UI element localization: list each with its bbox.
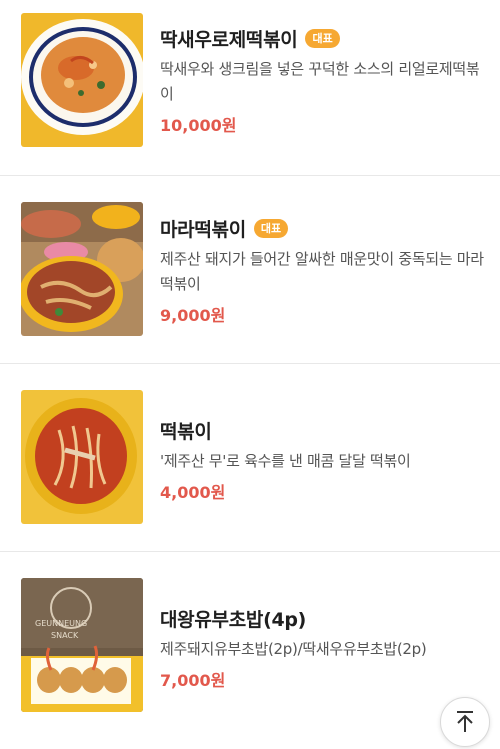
signature-badge: 대표 [253, 218, 289, 238]
menu-item-image: GEUNNEUNG SNACK [21, 578, 143, 712]
menu-item-price: 10,000원 [160, 116, 237, 135]
arrow-up-icon [457, 711, 473, 732]
menu-item-mala-tteokbokki[interactable]: 마라떡볶이 대표 제주산 돼지가 들어간 알싸한 매운맛이 중독되는 마라떡볶이… [0, 176, 500, 363]
menu-item-description: 제주산 돼지가 들어간 알싸한 매운맛이 중독되는 마라떡볶이 [160, 250, 484, 293]
menu-item-image [21, 390, 143, 524]
scroll-to-top-button[interactable] [440, 697, 490, 747]
svg-text:GEUNNEUNG: GEUNNEUNG [35, 619, 87, 628]
menu-item-tteokbokki[interactable]: 떡볶이 '제주산 무'로 육수를 낸 매콤 달달 떡볶이 4,000원 [0, 364, 500, 551]
menu-item-name: 떡볶이 [160, 420, 212, 443]
menu-item-price: 4,000원 [160, 483, 226, 502]
menu-item-name: 딱새우로제떡볶이 [160, 28, 298, 51]
signature-badge: 대표 [305, 28, 340, 48]
menu-item-image [21, 202, 143, 336]
menu-item-description: 제주돼지유부초밥(2p)/딱새우유부초밥(2p) [160, 640, 427, 658]
menu-item-description: '제주산 무'로 육수를 낸 매콤 달달 떡볶이 [160, 452, 411, 470]
menu-item-description: 딱새우와 생크림을 넣은 꾸덕한 소스의 리얼로제떡볶이 [160, 60, 480, 103]
menu-item-yubu-chobap[interactable]: GEUNNEUNG SNACK 대왕유부초밥(4p) 제주돼지유부초밥(2p)/… [0, 552, 500, 742]
menu-item-image [21, 13, 143, 147]
menu-item-price: 9,000원 [160, 306, 226, 325]
menu-item-rose-tteokbokki[interactable]: 딱새우로제떡볶이 대표 딱새우와 생크림을 넣은 꾸덕한 소스의 리얼로제떡볶이… [0, 0, 500, 175]
menu-item-name: 마라떡볶이 [160, 218, 246, 241]
menu-item-name: 대왕유부초밥(4p) [160, 608, 307, 631]
menu-item-price: 7,000원 [160, 671, 226, 690]
svg-text:SNACK: SNACK [51, 631, 79, 640]
